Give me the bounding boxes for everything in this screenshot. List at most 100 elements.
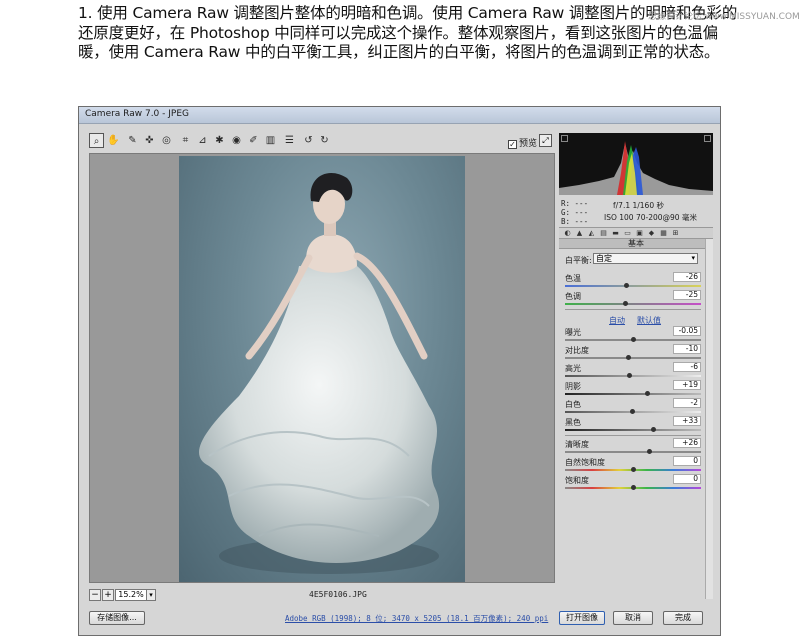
shadow-clip-icon[interactable]	[561, 135, 568, 142]
slider-label: 阴影	[565, 382, 581, 391]
open-image-button[interactable]: 打开图像	[559, 611, 605, 625]
slider-label: 黑色	[565, 418, 581, 427]
slider-label: 饱和度	[565, 476, 589, 485]
white-balance-select[interactable]: 自定 ▾	[593, 253, 698, 264]
slider-shadows: 阴影 +19	[565, 380, 701, 399]
divider	[565, 435, 701, 436]
slider-label: 清晰度	[565, 440, 589, 449]
slider-value-input[interactable]: 0	[673, 456, 701, 466]
slider-thumb[interactable]	[629, 409, 635, 414]
preview-label: 预览	[519, 139, 538, 149]
slider-label: 对比度	[565, 346, 589, 355]
slider-thumb[interactable]	[626, 373, 632, 378]
auto-link[interactable]: 自动	[609, 315, 625, 326]
panel-scrollbar[interactable]	[705, 239, 713, 599]
zoom-out-button[interactable]: −	[89, 589, 101, 601]
preferences-icon[interactable]: ☰	[282, 133, 297, 148]
camera-calibration-tab-icon[interactable]: ◆	[647, 229, 656, 238]
panel-title: 基本	[559, 239, 713, 249]
slider-track[interactable]	[565, 285, 701, 287]
target-adjust-icon[interactable]: ◎	[159, 133, 174, 148]
slider-value-input[interactable]: -0.05	[673, 326, 701, 336]
slider-track[interactable]	[565, 375, 701, 377]
slider-value-input[interactable]: +33	[673, 416, 701, 426]
slider-thumb[interactable]	[644, 391, 650, 396]
slider-whites: 白色 -2	[565, 398, 701, 417]
slider-track[interactable]	[565, 451, 701, 453]
slider-value-input[interactable]: 0	[673, 474, 701, 484]
slider-value-input[interactable]: -10	[673, 344, 701, 354]
zoom-bar: − + 15.2% ▾ 4E5F0106.JPG	[89, 589, 555, 603]
white-balance-icon[interactable]: ✎	[125, 133, 140, 148]
slider-value-input[interactable]: +26	[673, 438, 701, 448]
preview-toggle[interactable]: ✓ 预览	[508, 136, 537, 149]
crop-icon[interactable]: ⌗	[178, 133, 193, 148]
slider-value-input[interactable]: -25	[673, 290, 701, 300]
slider-vibrance: 自然饱和度 0	[565, 456, 701, 475]
slider-track[interactable]	[565, 357, 701, 359]
intro-text: 1. 使用 Camera Raw 调整图片整体的明暗和色调。使用 Camera …	[78, 4, 738, 61]
default-link[interactable]: 默认值	[637, 315, 661, 326]
workflow-options-link[interactable]: Adobe RGB (1998); 8 位; 3470 x 5205 (18.1…	[285, 613, 548, 624]
effects-tab-icon[interactable]: ▣	[635, 229, 644, 238]
save-image-button[interactable]: 存储图像...	[89, 611, 145, 625]
slider-track[interactable]	[565, 303, 701, 305]
toolbar: ⌕ ✋ ✎ ✜ ◎ ⌗ ⊿ ✱ ◉ ✐ ▥ ☰ ↺ ↻	[89, 133, 549, 151]
slider-thumb[interactable]	[622, 301, 628, 306]
straighten-icon[interactable]: ⊿	[195, 133, 210, 148]
presets-tab-icon[interactable]: ▦	[659, 229, 668, 238]
slider-thumb[interactable]	[631, 485, 636, 490]
slider-value-input[interactable]: -26	[673, 272, 701, 282]
lens-tab-icon[interactable]: ▭	[623, 229, 632, 238]
cancel-button[interactable]: 取消	[613, 611, 653, 625]
slider-label: 色温	[565, 274, 581, 283]
slider-track[interactable]	[565, 429, 701, 431]
slider-value-input[interactable]: -6	[673, 362, 701, 372]
tone-curve-tab-icon[interactable]: ▲	[575, 229, 584, 238]
g-value: G: ---	[561, 208, 589, 217]
graduated-filter-icon[interactable]: ▥	[263, 133, 278, 148]
done-button[interactable]: 完成	[663, 611, 703, 625]
slider-exposure: 曝光 -0.05	[565, 326, 701, 345]
zoom-dropdown-icon[interactable]: ▾	[146, 589, 156, 601]
slider-label: 高光	[565, 364, 581, 373]
slider-label: 色调	[565, 292, 581, 301]
snapshots-tab-icon[interactable]: ⊞	[671, 229, 680, 238]
white-balance-value: 自定	[596, 254, 612, 263]
spot-removal-icon[interactable]: ✱	[212, 133, 227, 148]
slider-thumb[interactable]	[647, 449, 653, 454]
slider-value-input[interactable]: +19	[673, 380, 701, 390]
zoom-level[interactable]: 15.2%	[115, 589, 147, 601]
adjustment-brush-icon[interactable]: ✐	[246, 133, 261, 148]
color-sampler-icon[interactable]: ✜	[142, 133, 157, 148]
slider-thumb[interactable]	[651, 427, 657, 432]
zoom-in-button[interactable]: +	[102, 589, 114, 601]
slider-thumb[interactable]	[631, 467, 636, 472]
red-eye-icon[interactable]: ◉	[229, 133, 244, 148]
hand-icon[interactable]: ✋	[106, 133, 121, 148]
preview-checkbox[interactable]: ✓	[508, 140, 517, 149]
slider-thumb[interactable]	[624, 283, 630, 288]
rotate-cw-icon[interactable]: ↻	[317, 133, 332, 148]
image-canvas[interactable]	[89, 153, 555, 583]
split-toning-tab-icon[interactable]: ▬	[611, 229, 620, 238]
rotate-ccw-icon[interactable]: ↺	[301, 133, 316, 148]
hsl-tab-icon[interactable]: ▤	[599, 229, 608, 238]
chevron-down-icon: ▾	[691, 254, 695, 262]
slider-thumb[interactable]	[631, 337, 636, 342]
basic-tab-icon[interactable]: ◐	[563, 229, 572, 238]
fullscreen-icon[interactable]: ⤢	[539, 134, 552, 147]
detail-tab-icon[interactable]: ◭	[587, 229, 596, 238]
window-title: Camera Raw 7.0 - JPEG	[85, 109, 189, 119]
panel-tabs: ◐ ▲ ◭ ▤ ▬ ▭ ▣ ◆ ▦ ⊞	[559, 227, 713, 239]
slider-thumb[interactable]	[625, 355, 631, 360]
slider-track[interactable]	[565, 393, 701, 395]
slider-saturation: 饱和度 0	[565, 474, 701, 493]
slider-temperature: 色温 -26	[565, 272, 701, 291]
slider-value-input[interactable]: -2	[673, 398, 701, 408]
highlight-clip-icon[interactable]	[704, 135, 711, 142]
slider-label: 自然饱和度	[565, 458, 605, 467]
slider-tint: 色调 -25	[565, 290, 701, 309]
r-value: R: ---	[561, 199, 589, 208]
zoom-icon[interactable]: ⌕	[89, 133, 104, 148]
